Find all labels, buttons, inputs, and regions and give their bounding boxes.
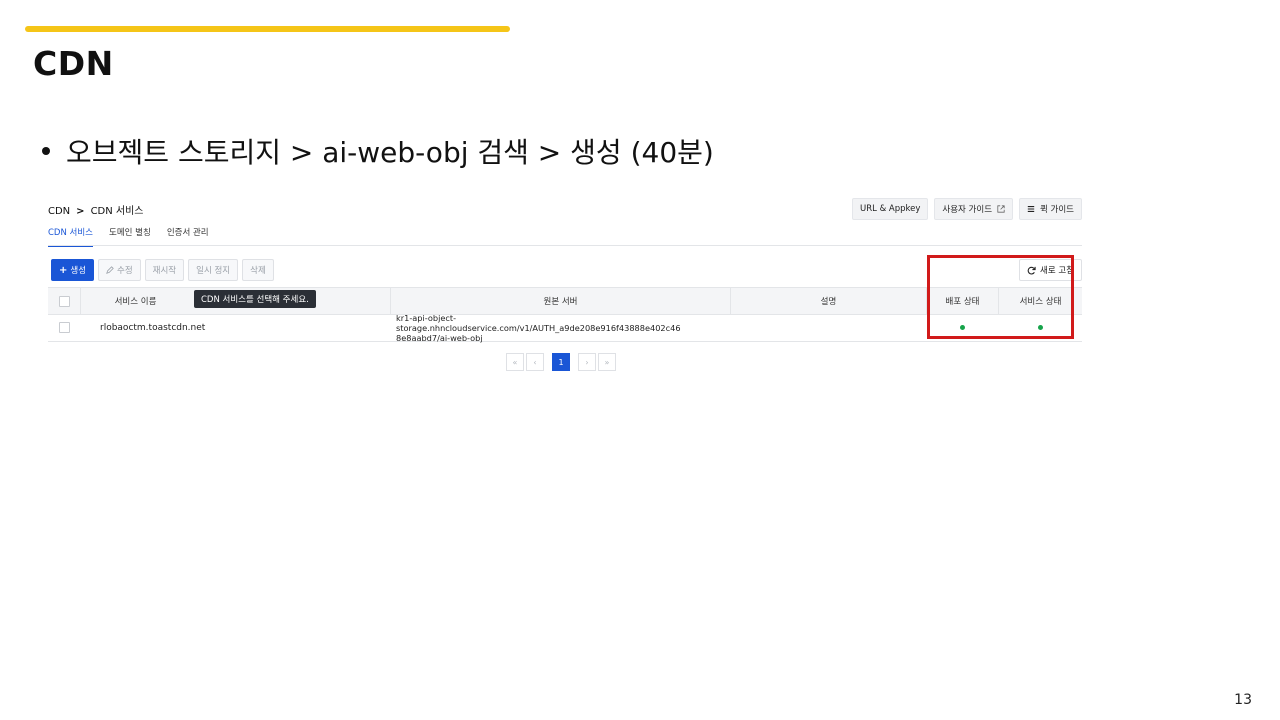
bullet-text: 오브젝트 스토리지 > ai-web-obj 검색 > 생성 (40분) xyxy=(66,136,714,169)
bullet-dot-icon xyxy=(42,147,50,155)
page-button-current[interactable]: 1 xyxy=(552,353,570,371)
plus-icon: + xyxy=(59,264,68,276)
action-toolbar: + 생성 수정 재시작 일시 정지 삭제 xyxy=(51,259,274,281)
user-guide-button[interactable]: 사용자 가이드 xyxy=(934,198,1014,220)
column-service-name-label: 서비스 이름 xyxy=(114,297,157,307)
quick-guide-label: 퀵 가이드 xyxy=(1040,205,1074,215)
page-number: 13 xyxy=(1234,692,1252,708)
column-description[interactable]: 설명 xyxy=(730,288,926,314)
create-button[interactable]: + 생성 xyxy=(51,259,95,281)
url-appkey-label: URL & Appkey xyxy=(860,204,921,214)
status-highlight-box xyxy=(927,255,1074,339)
first-page-button[interactable]: « xyxy=(506,353,524,371)
tab-divider xyxy=(48,245,1082,246)
pager-gap xyxy=(546,353,550,371)
title-accent-bar xyxy=(25,26,510,32)
tab-cdn-service[interactable]: CDN 서비스 xyxy=(48,226,94,247)
select-all-cell xyxy=(48,288,80,314)
header-actions: URL & Appkey 사용자 가이드 퀵 가이드 xyxy=(852,198,1082,220)
breadcrumb-current: CDN 서비스 xyxy=(90,206,144,217)
tab-domain-alias[interactable]: 도메인 별칭 xyxy=(109,226,151,247)
pencil-icon xyxy=(106,266,114,274)
pause-label: 일시 정지 xyxy=(196,266,231,276)
origin-server-cell: kr1-api-object-storage.nhncloudservice.c… xyxy=(390,313,730,343)
url-appkey-button[interactable]: URL & Appkey xyxy=(852,198,929,220)
row-select-cell xyxy=(48,314,80,341)
edit-label: 수정 xyxy=(117,266,133,276)
last-page-button[interactable]: » xyxy=(598,353,616,371)
column-origin-server[interactable]: 원본 서버 xyxy=(390,288,730,314)
origin-server-line-2: 8e8aabd7/ai-web-obj xyxy=(396,332,483,343)
tab-bar: CDN 서비스 도메인 별칭 인증서 관리 xyxy=(48,226,209,247)
breadcrumb: CDN > CDN 서비스 xyxy=(48,202,144,217)
origin-server-value: kr1-api-object-storage.nhncloudservice.c… xyxy=(396,313,730,343)
tab-certificate-management[interactable]: 인증서 관리 xyxy=(167,226,209,247)
restart-button[interactable]: 재시작 xyxy=(144,259,185,281)
description-cell xyxy=(730,314,926,341)
quick-guide-button[interactable]: 퀵 가이드 xyxy=(1019,198,1082,220)
column-origin-server-label: 원본 서버 xyxy=(543,297,578,307)
selection-tooltip: CDN 서비스를 선택해 주세요. xyxy=(194,290,316,308)
service-name-value[interactable]: rlobaoctm.toastcdn.net xyxy=(100,323,205,333)
console-screenshot: CDN > CDN 서비스 URL & Appkey 사용자 가이드 퀵 가이드 C… xyxy=(44,192,1088,382)
user-guide-label: 사용자 가이드 xyxy=(942,205,993,215)
pause-button[interactable]: 일시 정지 xyxy=(188,259,239,281)
service-name-cell: rlobaoctm.toastcdn.net xyxy=(94,314,390,341)
menu-icon xyxy=(1027,206,1035,212)
row-checkbox[interactable] xyxy=(58,322,70,333)
origin-server-line-1: kr1-api-object-storage.nhncloudservice.c… xyxy=(396,312,681,333)
bullet-point: 오브젝트 스토리지 > ai-web-obj 검색 > 생성 (40분) xyxy=(42,131,714,171)
external-link-icon xyxy=(997,205,1005,213)
delete-button[interactable]: 삭제 xyxy=(242,259,274,281)
pager-gap xyxy=(572,353,576,371)
edit-button[interactable]: 수정 xyxy=(98,259,141,281)
create-label: 생성 xyxy=(70,266,87,276)
restart-label: 재시작 xyxy=(152,266,177,276)
next-page-button[interactable]: › xyxy=(578,353,596,371)
slide-title: CDN xyxy=(33,44,114,83)
prev-page-button[interactable]: ‹ xyxy=(526,353,544,371)
delete-label: 삭제 xyxy=(250,266,266,276)
column-description-label: 설명 xyxy=(820,297,837,307)
breadcrumb-root[interactable]: CDN xyxy=(48,206,70,217)
breadcrumb-separator: > xyxy=(76,206,85,217)
pagination: « ‹ 1 › » xyxy=(506,353,616,371)
select-all-checkbox[interactable] xyxy=(58,295,70,307)
